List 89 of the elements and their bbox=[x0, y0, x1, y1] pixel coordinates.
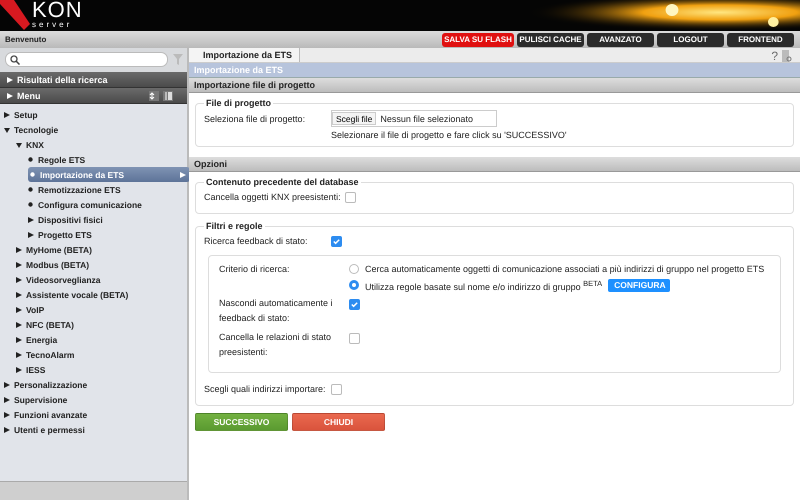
checkbox[interactable] bbox=[349, 299, 360, 310]
expand-triangle-icon[interactable] bbox=[16, 336, 24, 342]
choose-file-button[interactable]: Scegli file bbox=[332, 112, 376, 125]
expand-triangle-icon[interactable] bbox=[16, 352, 24, 358]
tree-item[interactable]: Configura comunicazione bbox=[28, 197, 146, 212]
expand-triangle-icon[interactable] bbox=[16, 366, 24, 372]
field-label: Nascondi automaticamente i feedback di stato: bbox=[219, 297, 334, 325]
expand-all-icon[interactable] bbox=[149, 90, 159, 100]
checkbox[interactable] bbox=[349, 333, 360, 344]
fieldset-legend: File di progetto bbox=[204, 98, 273, 108]
search-field[interactable] bbox=[5, 52, 168, 67]
fieldset-legend: Filtri e regole bbox=[204, 221, 265, 231]
fieldset-legend: Contenuto precedente del database bbox=[204, 177, 361, 187]
file-input[interactable]: Scegli file Nessun file selezionato bbox=[331, 110, 497, 127]
radio-label: Cerca automaticamente oggetti di comunicazione associati a più indirizzi di gruppo nel progetto ETS bbox=[365, 264, 764, 274]
checkbox[interactable] bbox=[331, 236, 342, 246]
collapse-all-icon[interactable] bbox=[163, 90, 173, 100]
expand-triangle-icon[interactable] bbox=[28, 232, 36, 238]
header-button[interactable]: AVANZATO bbox=[587, 32, 654, 46]
tree-item[interactable]: Personalizzazione bbox=[4, 377, 92, 392]
radio-button[interactable] bbox=[349, 264, 359, 274]
field-label: Seleziona file di progetto: bbox=[204, 114, 306, 124]
hint-text: Selezionare il file di progetto e fare click su 'SUCCESSIVO' bbox=[331, 130, 568, 140]
field-label: Cancella le relazioni di stato preesistenti: bbox=[219, 331, 332, 359]
checkbox[interactable] bbox=[344, 192, 356, 202]
tree-item[interactable]: Utenti e permessi bbox=[4, 422, 89, 437]
header-button[interactable]: SALVA SU FLASH bbox=[442, 32, 514, 46]
expand-triangle-icon[interactable] bbox=[16, 246, 24, 252]
tree-item[interactable]: Energia bbox=[16, 332, 62, 347]
tree-item[interactable]: TecnoAlarm bbox=[16, 347, 78, 362]
header-button[interactable]: FRONTEND bbox=[727, 32, 794, 46]
panel-header[interactable]: Menu bbox=[0, 88, 187, 104]
tree-item[interactable]: Importazione da ETS bbox=[28, 167, 190, 182]
expand-triangle-icon[interactable] bbox=[16, 262, 24, 268]
tree-item[interactable]: Setup bbox=[4, 107, 42, 122]
expand-triangle-icon[interactable] bbox=[4, 382, 12, 388]
panel-title: Menu bbox=[17, 90, 40, 100]
field-label: Cancella oggetti KNX preesistenti: bbox=[204, 192, 341, 202]
tree-item[interactable]: VoIP bbox=[16, 302, 48, 317]
expand-triangle-icon[interactable] bbox=[28, 216, 36, 222]
tree-item[interactable]: Tecnologie bbox=[4, 122, 62, 137]
expand-triangle-icon[interactable] bbox=[7, 76, 13, 82]
document-search-icon[interactable] bbox=[782, 50, 792, 62]
tree-item[interactable]: KNX bbox=[16, 137, 48, 152]
tree-item[interactable]: Progetto ETS bbox=[28, 227, 96, 242]
tree-item[interactable]: Videosorveglianza bbox=[16, 272, 104, 287]
tree-item[interactable]: Funzioni avanzate bbox=[4, 407, 92, 422]
collapse-triangle-icon[interactable] bbox=[4, 126, 12, 132]
section-heading: Importazione file di progetto bbox=[189, 78, 800, 93]
section-heading: Opzioni bbox=[189, 157, 800, 172]
expand-triangle-icon[interactable] bbox=[16, 292, 24, 298]
expand-triangle-icon[interactable] bbox=[16, 306, 24, 312]
panel-title: Risultati della ricerca bbox=[17, 74, 108, 84]
tree-item[interactable]: MyHome (BETA) bbox=[16, 242, 96, 257]
action-button[interactable]: CHIUDI bbox=[292, 413, 385, 431]
logo-subtitle: server bbox=[32, 20, 74, 29]
tree-item[interactable]: NFC (BETA) bbox=[16, 317, 78, 332]
checkbox[interactable] bbox=[331, 384, 342, 394]
panel-header[interactable]: Risultati della ricerca bbox=[0, 72, 187, 88]
expand-triangle-icon[interactable] bbox=[16, 322, 24, 328]
expand-triangle-icon[interactable] bbox=[4, 112, 12, 118]
field-label: Scegli quali indirizzi importare: bbox=[204, 384, 327, 394]
welcome-text: Benvenuto bbox=[5, 35, 46, 44]
search-icon bbox=[10, 54, 20, 64]
tab[interactable]: Importazione da ETS bbox=[189, 48, 300, 62]
radio-label: Utilizza regole basate sul nome e/o indirizzo di gruppo $^{BETA}$ bbox=[365, 278, 602, 292]
collapse-triangle-icon[interactable] bbox=[16, 142, 24, 148]
expand-triangle-icon[interactable] bbox=[4, 396, 12, 402]
tree-item[interactable]: Dispositivi fisici bbox=[28, 212, 107, 227]
help-button[interactable]: ? bbox=[771, 50, 778, 62]
field-label: Ricerca feedback di stato: bbox=[204, 236, 309, 246]
expand-triangle-icon[interactable] bbox=[4, 412, 12, 418]
tree-item[interactable]: IESS bbox=[16, 362, 50, 377]
open-arrow-icon[interactable] bbox=[180, 172, 186, 178]
header-button[interactable]: PULISCI CACHE bbox=[517, 32, 584, 46]
expand-triangle-icon[interactable] bbox=[4, 426, 12, 432]
radio-button[interactable] bbox=[349, 280, 359, 290]
tree-item[interactable]: Regole ETS bbox=[28, 152, 90, 167]
tree-item[interactable]: Modbus (BETA) bbox=[16, 257, 94, 272]
expand-triangle-icon[interactable] bbox=[7, 92, 13, 98]
file-name: Nessun file selezionato bbox=[380, 114, 473, 124]
page-title: Importazione da ETS bbox=[189, 63, 800, 78]
tree-item[interactable]: Supervisione bbox=[4, 392, 72, 407]
tree-item[interactable]: Remotizzazione ETS bbox=[28, 182, 125, 197]
logo-text: KON bbox=[32, 0, 83, 20]
header-button[interactable]: LOGOUT bbox=[657, 32, 724, 46]
tree-item[interactable]: Assistente vocale (BETA) bbox=[16, 287, 132, 302]
field-label: Criterio di ricerca: bbox=[219, 263, 291, 276]
expand-triangle-icon[interactable] bbox=[16, 276, 24, 282]
